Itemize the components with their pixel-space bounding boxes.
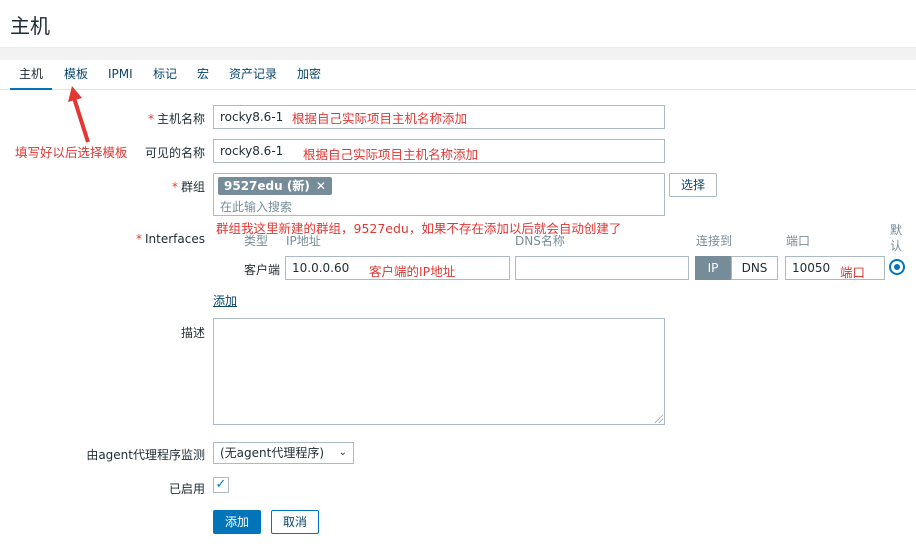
groups-multiselect[interactable]: 9527edu (新) ✕ 在此输入搜索 <box>213 173 665 216</box>
header-gap <box>0 48 916 60</box>
required-mark: * <box>171 180 178 194</box>
group-chip: 9527edu (新) ✕ <box>218 177 332 195</box>
group-chip-label: 9527edu (新) <box>224 179 310 193</box>
port-note: 端口 <box>840 265 866 280</box>
resize-handle-icon[interactable] <box>655 415 663 423</box>
interface-connect-header: 连接到 <box>696 234 733 248</box>
description-textarea[interactable] <box>213 318 665 425</box>
interface-ip-header: IP地址 <box>286 234 321 248</box>
chevron-down-icon: ⌄ <box>338 447 347 458</box>
interface-type-agent: 客户端 <box>243 263 280 277</box>
interface-dns-input[interactable] <box>515 256 689 280</box>
check-icon: ✓ <box>215 477 227 492</box>
groups-label: * 群组 <box>100 178 205 195</box>
required-mark: * <box>147 112 154 126</box>
tab-encryption[interactable]: 加密 <box>297 66 321 90</box>
select-groups-button[interactable]: 选择 <box>669 173 717 197</box>
connect-ip-toggle[interactable]: IP <box>695 256 731 280</box>
interface-dns-header: DNS名称 <box>515 234 565 248</box>
required-mark: * <box>136 232 143 246</box>
connect-dns-toggle[interactable]: DNS <box>731 256 778 280</box>
host-name-note: 根据自己实际项目主机名称添加 <box>292 111 468 126</box>
interface-type-header: 类型 <box>244 234 269 248</box>
interface-port-input[interactable]: 10050 <box>785 256 885 280</box>
host-name-label-text: 主机名称 <box>156 112 205 126</box>
groups-label-text: 群组 <box>180 180 205 194</box>
remove-chip-icon[interactable]: ✕ <box>316 179 326 193</box>
tab-bar: 主机 模板 IPMI 标记 宏 资产记录 加密 <box>0 60 916 90</box>
page-title: 主机 <box>10 14 50 38</box>
page-header: 主机 <box>0 0 916 48</box>
tab-tags[interactable]: 标记 <box>153 66 177 90</box>
add-button[interactable]: 添加 <box>213 510 261 534</box>
description-label: 描述 <box>180 326 205 340</box>
tab-ipmi[interactable]: IPMI <box>108 66 133 90</box>
interfaces-label: * Interfaces <box>100 232 205 246</box>
interface-port-value: 10050 <box>792 261 831 275</box>
host-name-value: rocky8.6-1 <box>220 110 284 124</box>
host-name-label: * 主机名称 <box>100 110 205 127</box>
default-interface-radio[interactable] <box>889 259 905 275</box>
interface-default-header: 默认 <box>890 223 903 253</box>
tab-host[interactable]: 主机 <box>10 66 53 90</box>
add-interface-link[interactable]: 添加 <box>213 292 237 309</box>
interfaces-label-text: Interfaces <box>145 232 205 246</box>
proxy-selected-value: (无agent代理程序) <box>220 446 325 460</box>
visible-name-note: 根据自己实际项目主机名称添加 <box>303 147 479 162</box>
proxy-select[interactable]: (无agent代理程序) ⌄ <box>213 442 354 464</box>
interface-port-header: 端口 <box>786 234 811 248</box>
cancel-button[interactable]: 取消 <box>271 510 319 534</box>
enabled-checkbox[interactable]: ✓ <box>213 477 229 493</box>
visible-name-label: 可见的名称 <box>144 146 205 160</box>
tab-macros[interactable]: 宏 <box>197 66 209 90</box>
annotation-arrow-icon <box>68 86 90 143</box>
tab-inventory[interactable]: 资产记录 <box>229 66 277 90</box>
proxy-label: 由agent代理程序监测 <box>86 448 205 462</box>
ip-note: 客户端的IP地址 <box>369 264 456 279</box>
visible-name-value: rocky8.6-1 <box>220 144 284 158</box>
groups-search-placeholder[interactable]: 在此输入搜索 <box>220 198 292 215</box>
enabled-label: 已启用 <box>168 482 205 496</box>
interface-ip-value: 10.0.0.60 <box>292 261 350 275</box>
